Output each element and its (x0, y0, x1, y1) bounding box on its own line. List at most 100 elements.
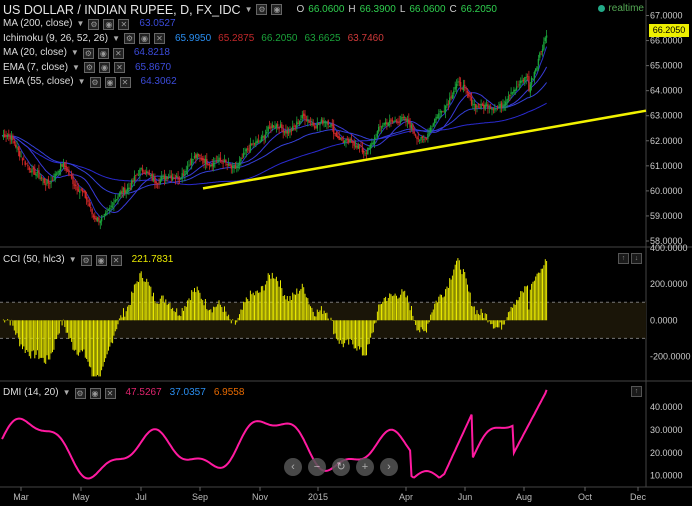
eye-icon[interactable]: ◉ (271, 4, 283, 15)
pane-up-icon[interactable]: ↑ (631, 386, 642, 397)
candle-body (277, 124, 279, 127)
close-icon[interactable]: ✕ (112, 47, 124, 59)
indicator-label[interactable]: Ichimoku (9, 26, 52, 26) (3, 32, 108, 46)
settings-icon[interactable]: ⚙ (123, 33, 135, 45)
dmi-label[interactable]: DMI (14, 20) (3, 386, 59, 400)
eye-icon[interactable]: ◉ (89, 387, 101, 399)
candle-body (357, 145, 359, 149)
caret-down-icon[interactable]: ▼ (63, 386, 71, 400)
close-icon[interactable]: ✕ (153, 33, 165, 45)
indicator-label[interactable]: EMA (55, close) (3, 75, 74, 89)
candle-body (304, 114, 306, 119)
indicator-value: 63.7460 (347, 32, 384, 44)
candle-body (495, 108, 497, 110)
indicator-label[interactable]: MA (20, close) (3, 46, 67, 60)
candle-body (500, 102, 503, 108)
candle-body (155, 181, 157, 184)
candle-body (408, 119, 410, 124)
caret-down-icon[interactable]: ▼ (245, 3, 253, 17)
dmi-legend: DMI (14, 20) ▼ ⚙ ◉ ✕ 47.5267 37.0357 6.9… (3, 386, 244, 401)
candle-body (51, 180, 54, 182)
settings-icon[interactable]: ⚙ (74, 387, 86, 399)
symbol-title[interactable]: US DOLLAR / INDIAN RUPEE, D, FX_IDC (3, 3, 241, 17)
candle-body (507, 96, 510, 100)
eye-icon[interactable]: ◉ (138, 33, 150, 45)
indicator-value: 63.0527 (139, 18, 176, 30)
x-tick-label: 2015 (308, 492, 328, 502)
candle-body (383, 122, 385, 125)
candle-body (494, 109, 496, 111)
candle-body (402, 117, 404, 119)
caret-down-icon[interactable]: ▼ (76, 17, 84, 31)
candle-body (398, 121, 400, 123)
candle-body (182, 174, 185, 175)
indicator-label[interactable]: MA (200, close) (3, 17, 72, 31)
candle-body (511, 92, 514, 94)
indicator-label[interactable]: EMA (7, close) (3, 61, 68, 75)
close-icon[interactable]: ✕ (110, 254, 122, 266)
candle-body (473, 104, 475, 105)
candle-body (158, 182, 160, 184)
candle-body (64, 162, 66, 168)
settings-icon[interactable]: ⚙ (88, 18, 100, 30)
eye-icon[interactable]: ◉ (104, 76, 116, 88)
reset-icon[interactable]: ↻ (332, 458, 350, 476)
candle-body (490, 107, 492, 109)
candle-body (98, 217, 100, 222)
cci-tick-label: -200.0000 (650, 351, 691, 361)
caret-down-icon[interactable]: ▼ (69, 253, 77, 267)
scroll-left-icon[interactable]: ‹ (284, 458, 302, 476)
cci-legend: CCI (50, hlc3) ▼ ⚙ ◉ ✕ 221.7831 (3, 253, 173, 268)
candle-body (249, 143, 252, 152)
candle-body (32, 167, 35, 170)
zoom-out-icon[interactable]: − (308, 458, 326, 476)
candle-body (510, 92, 512, 95)
zoom-in-icon[interactable]: + (356, 458, 374, 476)
candle-body (199, 154, 201, 157)
candle-body (244, 152, 246, 154)
candle-body (129, 187, 131, 189)
candle-body (2, 134, 5, 138)
close-icon[interactable]: ✕ (118, 18, 130, 30)
settings-icon[interactable]: ⚙ (89, 76, 101, 88)
candle-body (69, 174, 71, 176)
caret-down-icon[interactable]: ▼ (112, 32, 120, 46)
settings-icon[interactable]: ⚙ (82, 47, 94, 59)
scroll-right-icon[interactable]: › (380, 458, 398, 476)
candle-body (517, 86, 519, 88)
candle-body (251, 143, 253, 145)
main-legend: US DOLLAR / INDIAN RUPEE, D, FX_IDC ▼ ⚙ … (3, 2, 497, 90)
caret-down-icon[interactable]: ▼ (71, 46, 79, 60)
candle-body (264, 134, 267, 139)
candle-body (498, 107, 500, 109)
close-icon[interactable]: ✕ (119, 76, 131, 88)
candle-body (520, 80, 522, 83)
settings-icon[interactable]: ⚙ (256, 4, 268, 15)
candle-body (147, 172, 149, 173)
eye-icon[interactable]: ◉ (95, 254, 107, 266)
candle-body (521, 80, 523, 82)
candle-body (110, 205, 112, 207)
caret-down-icon[interactable]: ▼ (78, 75, 86, 89)
candle-body (496, 106, 499, 108)
candle-body (105, 212, 107, 216)
cci-label[interactable]: CCI (50, hlc3) (3, 253, 65, 267)
indicator-row: EMA (55, close) ▼ ⚙ ◉ ✕ 64.3062 (3, 75, 497, 90)
candle-body (6, 135, 9, 137)
close-icon[interactable]: ✕ (113, 62, 125, 74)
y-tick-label: 61.0000 (650, 161, 683, 171)
candle-body (35, 173, 37, 177)
settings-icon[interactable]: ⚙ (80, 254, 92, 266)
pane-down-icon[interactable]: ↓ (631, 253, 642, 264)
candle-body (163, 175, 166, 180)
pane-up-icon[interactable]: ↑ (618, 253, 629, 264)
settings-icon[interactable]: ⚙ (83, 62, 95, 74)
caret-down-icon[interactable]: ▼ (72, 61, 80, 75)
candle-body (50, 180, 52, 184)
eye-icon[interactable]: ◉ (98, 62, 110, 74)
eye-icon[interactable]: ◉ (103, 18, 115, 30)
candle-body (62, 162, 65, 168)
close-icon[interactable]: ✕ (104, 387, 116, 399)
candle-body (439, 111, 441, 113)
eye-icon[interactable]: ◉ (97, 47, 109, 59)
